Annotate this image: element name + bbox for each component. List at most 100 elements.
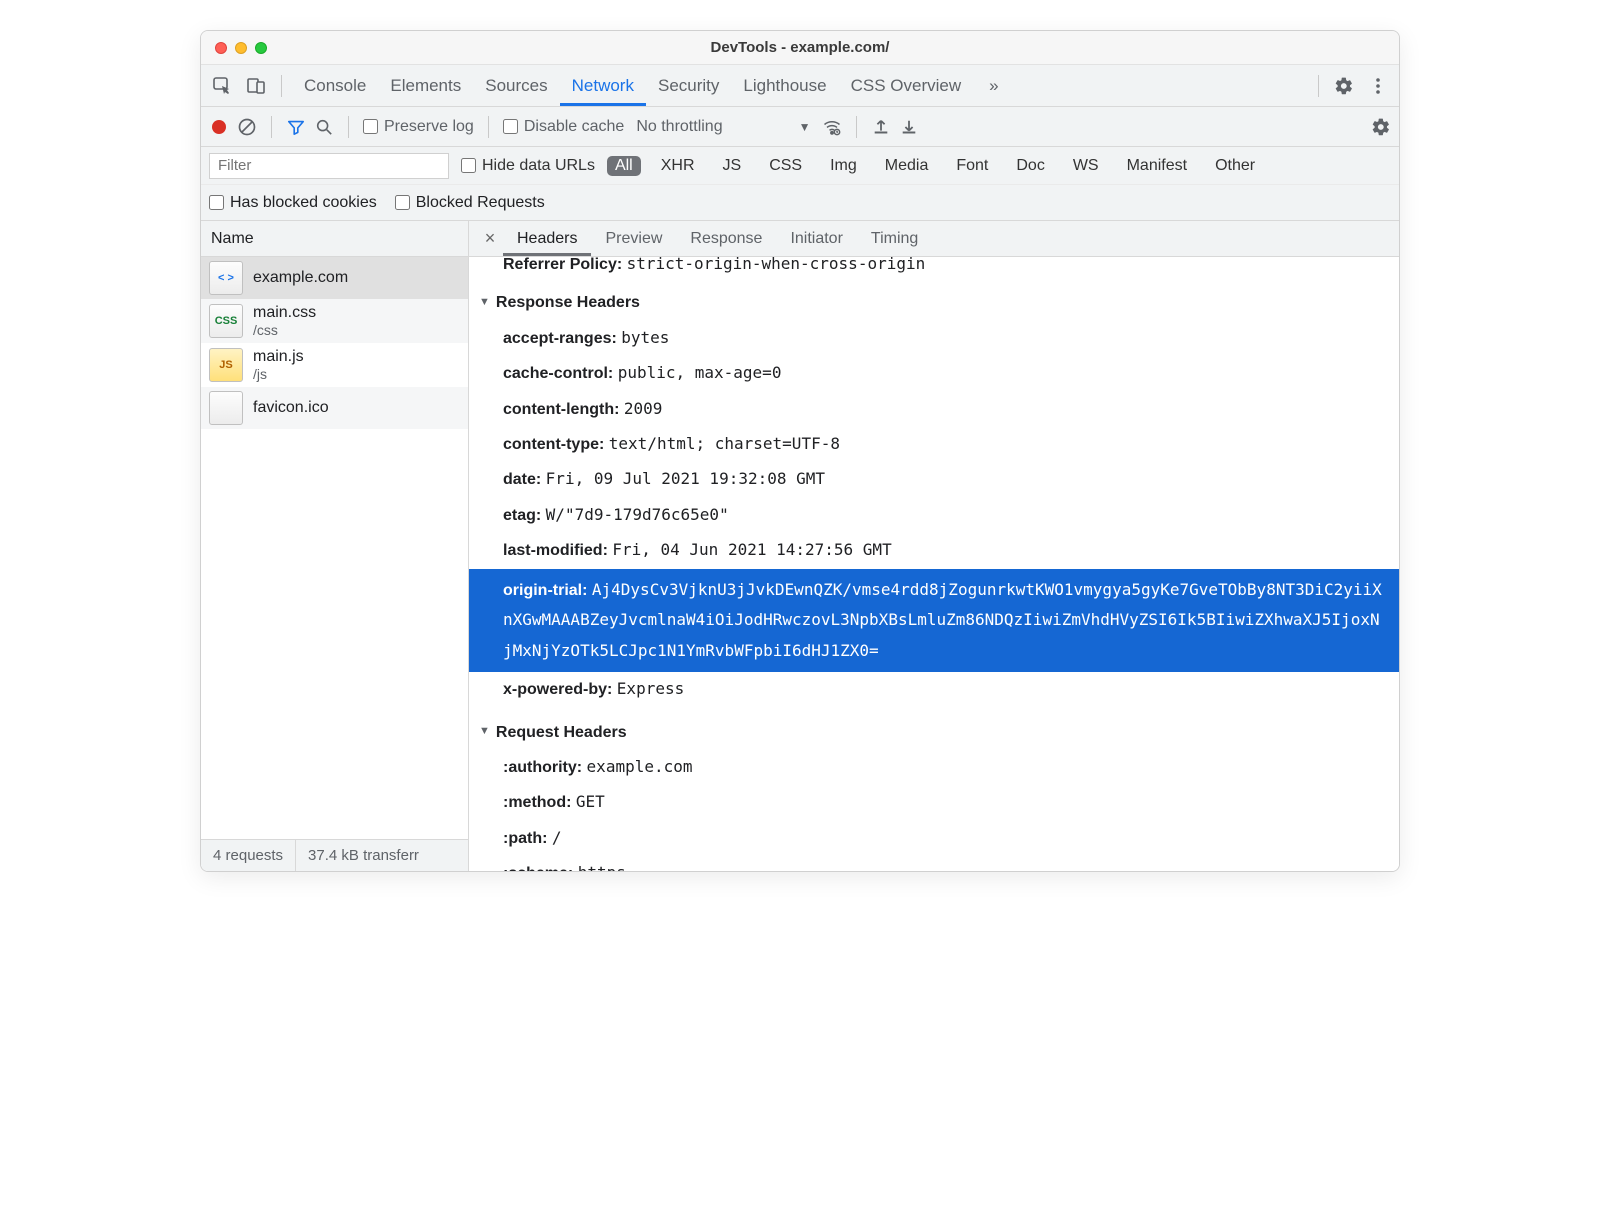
detail-tab-preview[interactable]: Preview	[591, 221, 676, 256]
has-blocked-cookies-label: Has blocked cookies	[230, 194, 377, 212]
filter-chip-media[interactable]: Media	[877, 156, 937, 176]
header-row[interactable]: date: Fri, 09 Jul 2021 19:32:08 GMT	[469, 462, 1399, 497]
blocked-requests-checkbox[interactable]: Blocked Requests	[395, 194, 545, 212]
type-filter-chips: All XHR JS CSS Img Media Font Doc WS Manifest Othe…	[607, 156, 1263, 176]
header-row[interactable]: :method: GET	[469, 785, 1399, 820]
panel-settings-icon[interactable]	[1371, 117, 1391, 137]
header-row[interactable]: etag: W/"7d9-179d76c65e0"	[469, 498, 1399, 533]
separator	[856, 116, 857, 138]
filter-chip-font[interactable]: Font	[948, 156, 996, 176]
disable-cache-checkbox[interactable]: Disable cache	[503, 118, 625, 136]
header-row[interactable]: cache-control: public, max-age=0	[469, 356, 1399, 391]
has-blocked-cookies-checkbox[interactable]: Has blocked cookies	[209, 194, 377, 212]
tab-security[interactable]: Security	[646, 65, 731, 106]
status-bar: 4 requests 37.4 kB transferr	[201, 839, 468, 871]
header-row[interactable]: :scheme: https	[469, 856, 1399, 871]
header-value: Fri, 09 Jul 2021 19:32:08 GMT	[546, 469, 825, 488]
kebab-menu-icon[interactable]	[1363, 71, 1393, 101]
response-headers-title: Response Headers	[496, 288, 640, 318]
header-row[interactable]: origin-trial: Aj4DysCv3VjknU3jJvkDEwnQZK…	[469, 569, 1399, 673]
header-key: :scheme:	[503, 865, 578, 871]
inspect-element-icon[interactable]	[207, 71, 237, 101]
preserve-log-label: Preserve log	[384, 118, 474, 136]
detail-tab-timing[interactable]: Timing	[857, 221, 932, 256]
filter-chip-css[interactable]: CSS	[761, 156, 810, 176]
close-details-icon[interactable]: ×	[477, 228, 503, 249]
header-value: https	[578, 863, 626, 871]
header-key: :method:	[503, 794, 576, 811]
search-icon[interactable]	[314, 117, 334, 137]
file-type-icon	[209, 391, 243, 425]
request-name: favicon.ico	[253, 398, 329, 417]
window-title: DevTools - example.com/	[201, 39, 1399, 56]
header-row[interactable]: last-modified: Fri, 04 Jun 2021 14:27:56…	[469, 533, 1399, 568]
header-row[interactable]: :path: /	[469, 821, 1399, 856]
header-row[interactable]: x-powered-by: Express	[469, 672, 1399, 707]
preserve-log-input[interactable]	[363, 119, 378, 134]
header-row[interactable]: content-length: 2009	[469, 392, 1399, 427]
disable-cache-input[interactable]	[503, 119, 518, 134]
preserve-log-checkbox[interactable]: Preserve log	[363, 118, 474, 136]
request-row[interactable]: < >example.com	[201, 257, 468, 299]
header-key: :path:	[503, 830, 552, 847]
request-list-header[interactable]: Name	[201, 221, 468, 257]
close-window-button[interactable]	[215, 42, 227, 54]
devtools-window: DevTools - example.com/ ConsoleElementsS…	[200, 30, 1400, 872]
filter-row: Hide data URLs All XHR JS CSS Img Media Font Do…	[201, 147, 1399, 185]
filter-chip-other[interactable]: Other	[1207, 156, 1263, 176]
import-har-icon[interactable]	[871, 117, 891, 137]
traffic-lights	[201, 42, 267, 54]
request-row[interactable]: CSSmain.css/css	[201, 299, 468, 343]
device-toolbar-icon[interactable]	[241, 71, 271, 101]
status-transfer: 37.4 kB transferr	[295, 840, 431, 871]
minimize-window-button[interactable]	[235, 42, 247, 54]
filter-input[interactable]	[209, 153, 449, 179]
filter-chip-doc[interactable]: Doc	[1008, 156, 1052, 176]
detail-tab-response[interactable]: Response	[676, 221, 776, 256]
tab-console[interactable]: Console	[292, 65, 378, 106]
disclosure-triangle-icon: ▼	[479, 721, 490, 742]
filter-chip-xhr[interactable]: XHR	[653, 156, 703, 176]
clear-icon[interactable]	[237, 117, 257, 137]
filter-chip-manifest[interactable]: Manifest	[1119, 156, 1195, 176]
more-tabs-icon[interactable]: »	[977, 65, 1010, 106]
request-row[interactable]: favicon.ico	[201, 387, 468, 429]
content-area: Name < >example.comCSSmain.css/cssJSmain…	[201, 221, 1399, 871]
filter-icon[interactable]	[286, 117, 306, 137]
hide-data-urls-input[interactable]	[461, 158, 476, 173]
filter-chip-img[interactable]: Img	[822, 156, 865, 176]
network-conditions-icon[interactable]	[822, 117, 842, 137]
throttling-select[interactable]: No throttling ▼	[632, 118, 814, 136]
tab-elements[interactable]: Elements	[378, 65, 473, 106]
tab-lighthouse[interactable]: Lighthouse	[731, 65, 838, 106]
tab-network[interactable]: Network	[560, 65, 646, 106]
headers-panel[interactable]: Referrer Policy: strict-origin-when-cros…	[469, 257, 1399, 871]
blocked-requests-input[interactable]	[395, 195, 410, 210]
export-har-icon[interactable]	[899, 117, 919, 137]
tab-sources[interactable]: Sources	[473, 65, 559, 106]
header-value: GET	[576, 792, 605, 811]
header-row[interactable]: content-type: text/html; charset=UTF-8	[469, 427, 1399, 462]
throttling-value: No throttling	[636, 118, 722, 136]
detail-tab-headers[interactable]: Headers	[503, 221, 591, 256]
separator	[1318, 75, 1319, 97]
zoom-window-button[interactable]	[255, 42, 267, 54]
chevron-down-icon: ▼	[799, 120, 811, 134]
filter-chip-all[interactable]: All	[607, 156, 641, 176]
hide-data-urls-checkbox[interactable]: Hide data URLs	[461, 157, 595, 175]
settings-icon[interactable]	[1329, 71, 1359, 101]
filter-chip-ws[interactable]: WS	[1065, 156, 1107, 176]
request-headers-toggle[interactable]: ▼ Request Headers	[469, 716, 1399, 750]
request-row[interactable]: JSmain.js/js	[201, 343, 468, 387]
header-value: text/html; charset=UTF-8	[609, 434, 840, 453]
header-row[interactable]: accept-ranges: bytes	[469, 321, 1399, 356]
hide-data-urls-label: Hide data URLs	[482, 157, 595, 175]
detail-tab-initiator[interactable]: Initiator	[776, 221, 856, 256]
record-button[interactable]	[209, 117, 229, 137]
tab-css-overview[interactable]: CSS Overview	[839, 65, 974, 106]
filter-chip-js[interactable]: JS	[715, 156, 750, 176]
has-blocked-cookies-input[interactable]	[209, 195, 224, 210]
response-headers-toggle[interactable]: ▼ Response Headers	[469, 286, 1399, 320]
header-row[interactable]: :authority: example.com	[469, 750, 1399, 785]
header-key: etag:	[503, 507, 546, 524]
